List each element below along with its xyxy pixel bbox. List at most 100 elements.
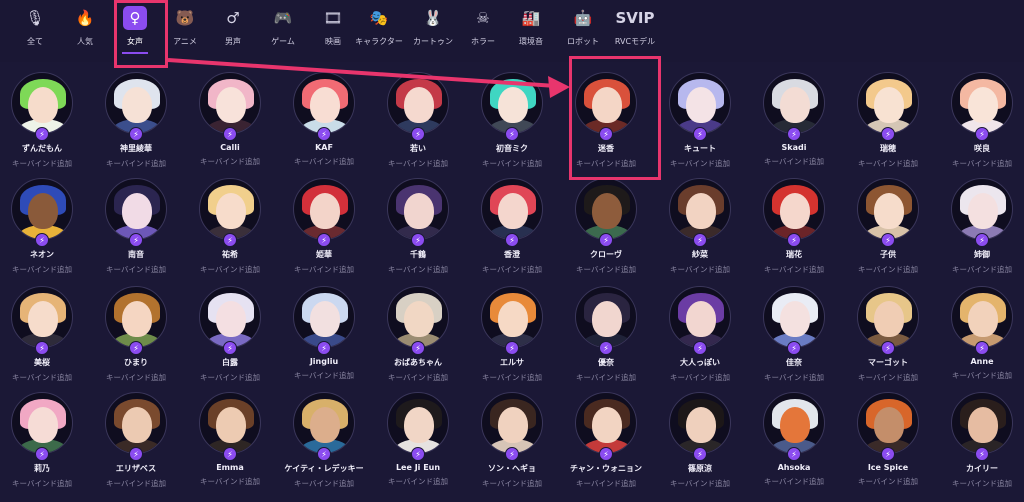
voice-card[interactable]: ⚡ KAF キーバインド追加 (277, 72, 371, 182)
add-keybind-link[interactable]: キーバインド追加 (12, 264, 72, 275)
add-keybind-link[interactable]: キーバインド追加 (12, 372, 72, 383)
add-keybind-link[interactable]: キーバインド追加 (200, 264, 260, 275)
voice-card[interactable]: ⚡ エルサ キーバインド追加 (465, 286, 559, 396)
add-keybind-link[interactable]: キーバインド追加 (952, 370, 1012, 381)
voice-card[interactable]: ⚡ 祐希 キーバインド追加 (183, 178, 277, 288)
voice-card[interactable]: ⚡ 迷香 キーバインド追加 (559, 72, 653, 182)
add-keybind-link[interactable]: キーバインド追加 (576, 478, 636, 489)
add-keybind-link[interactable]: キーバインド追加 (200, 156, 260, 167)
add-keybind-link[interactable]: キーバインド追加 (388, 264, 448, 275)
category-tab[interactable]: 🔥 人気 (60, 6, 110, 54)
voice-card[interactable]: ⚡ 大人っぽい キーバインド追加 (653, 286, 747, 396)
add-keybind-link[interactable]: キーバインド追加 (764, 156, 824, 167)
voice-card[interactable]: ⚡ Emma キーバインド追加 (183, 392, 277, 502)
add-keybind-link[interactable]: キーバインド追加 (858, 158, 918, 169)
add-keybind-link[interactable]: キーバインド追加 (576, 158, 636, 169)
voice-card[interactable]: ⚡ Ice Spice キーバインド追加 (841, 392, 935, 502)
voice-card[interactable]: ⚡ キュート キーバインド追加 (653, 72, 747, 182)
voice-card[interactable]: ⚡ 瑞花 キーバインド追加 (747, 178, 841, 288)
voice-card[interactable]: ⚡ 瑞穂 キーバインド追加 (841, 72, 935, 182)
voice-card[interactable]: ⚡ 篠原涼 キーバインド追加 (653, 392, 747, 502)
add-keybind-link[interactable]: キーバインド追加 (294, 156, 354, 167)
add-keybind-link[interactable]: キーバインド追加 (388, 476, 448, 487)
voice-card[interactable]: ⚡ 神里綾華 キーバインド追加 (89, 72, 183, 182)
voice-card[interactable]: ⚡ 若い キーバインド追加 (371, 72, 465, 182)
voice-card[interactable]: ⚡ エリザベス キーバインド追加 (89, 392, 183, 502)
add-keybind-link[interactable]: キーバインド追加 (764, 372, 824, 383)
add-keybind-link[interactable]: キーバインド追加 (858, 476, 918, 487)
voice-card[interactable]: ⚡ 姫華 キーバインド追加 (277, 178, 371, 288)
voice-card[interactable]: ⚡ Lee Ji Eun キーバインド追加 (371, 392, 465, 502)
add-keybind-link[interactable]: キーバインド追加 (294, 370, 354, 381)
voice-card[interactable]: ⚡ ひまり キーバインド追加 (89, 286, 183, 396)
category-tab[interactable]: 🎮 ゲーム (258, 6, 308, 54)
add-keybind-link[interactable]: キーバインド追加 (764, 476, 824, 487)
add-keybind-link[interactable]: キーバインド追加 (388, 372, 448, 383)
category-tab[interactable]: 🎭 キャラクター (354, 6, 404, 54)
category-tab[interactable]: ♀ 女声 (110, 6, 160, 54)
add-keybind-link[interactable]: キーバインド追加 (670, 372, 730, 383)
voice-card[interactable]: ⚡ 白露 キーバインド追加 (183, 286, 277, 396)
category-tab[interactable]: 🤖 ロボット (558, 6, 608, 54)
add-keybind-link[interactable]: キーバインド追加 (388, 158, 448, 169)
add-keybind-link[interactable]: キーバインド追加 (294, 478, 354, 489)
voice-card[interactable]: ⚡ 初音ミク キーバインド追加 (465, 72, 559, 182)
voice-card[interactable]: ⚡ 千鶴 キーバインド追加 (371, 178, 465, 288)
add-keybind-link[interactable]: キーバインド追加 (106, 158, 166, 169)
category-tab[interactable]: ☠ ホラー (458, 6, 508, 54)
add-keybind-link[interactable]: キーバインド追加 (576, 264, 636, 275)
add-keybind-link[interactable]: キーバインド追加 (952, 478, 1012, 489)
add-keybind-link[interactable]: キーバインド追加 (482, 372, 542, 383)
add-keybind-link[interactable]: キーバインド追加 (482, 158, 542, 169)
voice-card[interactable]: ⚡ チャン・ウォニョン キーバインド追加 (559, 392, 653, 502)
voice-card[interactable]: ⚡ ネオン キーバインド追加 (0, 178, 89, 288)
add-keybind-link[interactable]: キーバインド追加 (670, 478, 730, 489)
category-tab[interactable]: ♂ 男声 (208, 6, 258, 54)
add-keybind-link[interactable]: キーバインド追加 (294, 264, 354, 275)
category-tab[interactable]: 🎙 全て (10, 6, 60, 54)
voice-card[interactable]: ⚡ カイリー キーバインド追加 (935, 392, 1024, 502)
category-tab[interactable]: 🏭 環境音 (506, 6, 556, 54)
voice-card[interactable]: ⚡ クローヴ キーバインド追加 (559, 178, 653, 288)
add-keybind-link[interactable]: キーバインド追加 (12, 478, 72, 489)
add-keybind-link[interactable]: キーバインド追加 (576, 372, 636, 383)
category-tab[interactable]: SVIP RVCモデル (610, 6, 660, 54)
voice-card[interactable]: ⚡ マーゴット キーバインド追加 (841, 286, 935, 396)
add-keybind-link[interactable]: キーバインド追加 (106, 372, 166, 383)
add-keybind-link[interactable]: キーバインド追加 (200, 372, 260, 383)
add-keybind-link[interactable]: キーバインド追加 (12, 158, 72, 169)
voice-card[interactable]: ⚡ ケイティ・レデッキー キーバインド追加 (277, 392, 371, 502)
voice-card[interactable]: ⚡ 紗菜 キーバインド追加 (653, 178, 747, 288)
add-keybind-link[interactable]: キーバインド追加 (106, 264, 166, 275)
voice-card[interactable]: ⚡ ソン・ヘギョ キーバインド追加 (465, 392, 559, 502)
category-tab[interactable]: 🐰 カートゥン (408, 6, 458, 54)
add-keybind-link[interactable]: キーバインド追加 (952, 264, 1012, 275)
voice-card[interactable]: ⚡ 子供 キーバインド追加 (841, 178, 935, 288)
voice-card[interactable]: ⚡ 咲良 キーバインド追加 (935, 72, 1024, 182)
voice-card[interactable]: ⚡ 姉御 キーバインド追加 (935, 178, 1024, 288)
voice-card[interactable]: ⚡ おばあちゃん キーバインド追加 (371, 286, 465, 396)
add-keybind-link[interactable]: キーバインド追加 (858, 264, 918, 275)
add-keybind-link[interactable]: キーバインド追加 (670, 158, 730, 169)
voice-card[interactable]: ⚡ Anne キーバインド追加 (935, 286, 1024, 396)
voice-card[interactable]: ⚡ 莉乃 キーバインド追加 (0, 392, 89, 502)
voice-card[interactable]: ⚡ ずんだもん キーバインド追加 (0, 72, 89, 182)
category-tab[interactable]: 🐻 アニメ (160, 6, 210, 54)
add-keybind-link[interactable]: キーバインド追加 (106, 478, 166, 489)
add-keybind-link[interactable]: キーバインド追加 (858, 372, 918, 383)
voice-card[interactable]: ⚡ Skadi キーバインド追加 (747, 72, 841, 182)
add-keybind-link[interactable]: キーバインド追加 (200, 476, 260, 487)
voice-card[interactable]: ⚡ Jingliu キーバインド追加 (277, 286, 371, 396)
voice-card[interactable]: ⚡ Ahsoka キーバインド追加 (747, 392, 841, 502)
add-keybind-link[interactable]: キーバインド追加 (764, 264, 824, 275)
add-keybind-link[interactable]: キーバインド追加 (670, 264, 730, 275)
add-keybind-link[interactable]: キーバインド追加 (482, 264, 542, 275)
voice-card[interactable]: ⚡ 香澄 キーバインド追加 (465, 178, 559, 288)
voice-card[interactable]: ⚡ 南音 キーバインド追加 (89, 178, 183, 288)
category-tab[interactable]: 🎞 映画 (308, 6, 358, 54)
add-keybind-link[interactable]: キーバインド追加 (482, 478, 542, 489)
voice-card[interactable]: ⚡ 佳奈 キーバインド追加 (747, 286, 841, 396)
add-keybind-link[interactable]: キーバインド追加 (952, 158, 1012, 169)
voice-card[interactable]: ⚡ Calli キーバインド追加 (183, 72, 277, 182)
voice-card[interactable]: ⚡ 優奈 キーバインド追加 (559, 286, 653, 396)
